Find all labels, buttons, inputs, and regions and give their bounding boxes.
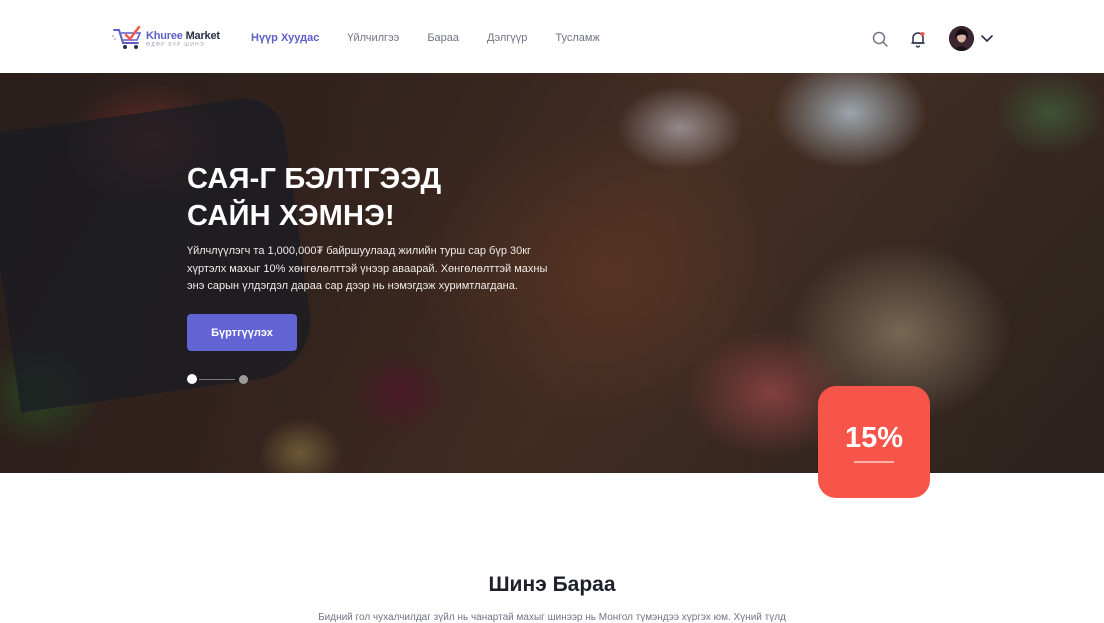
nav-item-services[interactable]: Үйлчилгээ <box>347 32 399 44</box>
slider-pagination <box>187 374 257 386</box>
nav-item-help[interactable]: Тусламж <box>555 32 599 44</box>
main-nav: Нүүр Хуудас Үйлчилгээ Бараа Дэлгүүр Тусл… <box>251 32 600 44</box>
logo-brand: Khuree Market <box>146 30 220 42</box>
cart-logo-icon <box>112 25 142 49</box>
hero-title-line1: САЯ-Г БЭЛТГЭЭД <box>187 163 442 195</box>
top-navbar: Khuree Market ӨДӨР БҮР ШИНЭ Нүүр Хуудас … <box>0 0 1104 73</box>
discount-underline <box>854 461 894 463</box>
section-description: Бидний гол чухалчилдаг зүйл нь чанартай … <box>318 612 786 623</box>
logo-brand-khuree: Khuree <box>146 30 186 42</box>
logo-brand-market: Market <box>185 30 220 42</box>
avatar[interactable] <box>949 26 974 51</box>
logo-tagline: ӨДӨР БҮР ШИНЭ <box>146 42 205 48</box>
hero-description: Үйлчлүүлэгч та 1,000,000₮ байршуулаад жи… <box>187 245 548 292</box>
nav-item-home[interactable]: Нүүр Хуудас <box>251 32 319 44</box>
nav-item-store[interactable]: Дэлгүүр <box>487 32 527 44</box>
slider-progress-line <box>199 379 235 380</box>
bell-icon[interactable] <box>909 30 927 48</box>
slider-dot[interactable] <box>239 374 248 384</box>
slider-dot-active[interactable] <box>187 374 197 384</box>
hero-title: САЯ-Г БЭЛТГЭЭД САЙН ХЭМНЭ! <box>187 161 587 235</box>
section-title: Шинэ Бараа <box>488 573 616 596</box>
discount-value: 15% <box>844 422 904 454</box>
hero-banner: САЯ-Г БЭЛТГЭЭД САЙН ХЭМНЭ! Үйлчлүүлэгч т… <box>0 73 1104 473</box>
chevron-down-icon[interactable] <box>980 31 994 45</box>
nav-item-products[interactable]: Бараа <box>427 32 459 44</box>
logo[interactable]: Khuree Market ӨДӨР БҮР ШИНЭ <box>112 24 224 52</box>
register-button[interactable]: Бүртгүүлэх <box>187 314 297 351</box>
hero-title-line2: САЙН ХЭМНЭ! <box>187 200 395 232</box>
discount-badge: 15% <box>818 386 930 498</box>
search-icon[interactable] <box>871 30 889 48</box>
